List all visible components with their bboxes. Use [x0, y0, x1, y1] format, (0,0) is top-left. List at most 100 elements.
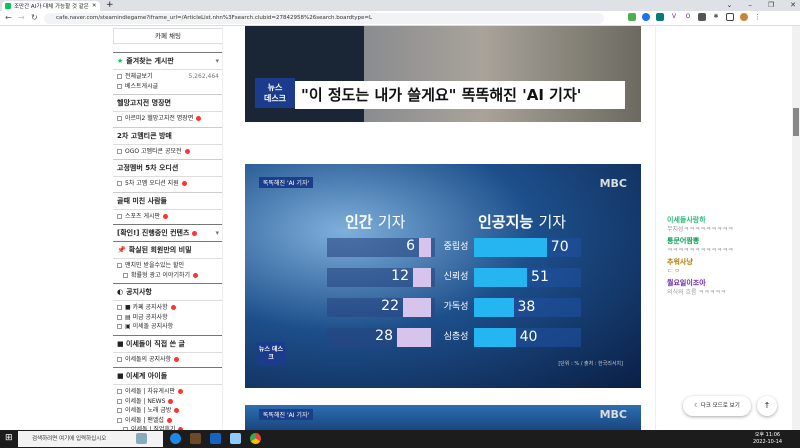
graphic-row: 12 신뢰성 51: [245, 268, 641, 287]
chat-text: 무지성ㅋㅋㅋㅋㅋㅋㅋㅋㅋ: [667, 226, 734, 233]
sidebar-item[interactable]: 5차 고멤 오디션 지원: [113, 179, 223, 189]
star-icon: ★: [117, 57, 124, 65]
sidebar-item-best[interactable]: 베스트게시글: [113, 82, 223, 92]
close-window-button[interactable]: ✕: [790, 0, 796, 10]
sidebar-item[interactable]: 이세돌 | 팬엘섭: [113, 416, 223, 426]
sidebar-item[interactable]: 확률형 광고 이야기하기: [113, 271, 223, 281]
scrollbar-thumb[interactable]: [793, 108, 799, 136]
megaphone-icon: ◐: [117, 288, 124, 296]
row-label: 가독성: [443, 302, 469, 312]
extension-icon[interactable]: [698, 13, 706, 21]
extension-icon[interactable]: [628, 13, 636, 21]
restore-button[interactable]: ❐: [768, 0, 774, 10]
page: 카페 채팅 ★ 즐겨찾는 게시판 ▾ 전체글보기 5,262,464 베스트게시글 헬…: [0, 26, 800, 435]
sidebar-item[interactable]: 이세돌 | 자유게시판: [113, 387, 223, 397]
ai-value: 40: [519, 329, 538, 345]
isedol-header[interactable]: ■ 이세돌이 직접 쓴 글: [113, 334, 223, 352]
newsdesk-logo: 뉴스 데스크: [255, 78, 295, 108]
app-icon[interactable]: [230, 433, 241, 444]
close-tab-icon[interactable]: ✕: [92, 3, 97, 9]
minecraft-icon[interactable]: [190, 433, 201, 444]
sidebar-item[interactable]: ▤ 미금 공지사항: [113, 313, 223, 323]
sidebar-item-all-posts[interactable]: 전체글보기 5,262,464: [113, 72, 223, 82]
windows-start-icon[interactable]: ⊞: [5, 433, 13, 443]
moon-icon: ☾: [694, 403, 700, 409]
extension-v-icon[interactable]: V: [670, 13, 678, 21]
naver-cafe-favicon: [5, 3, 11, 9]
ai-bar: [474, 268, 528, 287]
sidebar-group-header[interactable]: 고정멤버 5차 오디션: [113, 159, 223, 176]
human-bar: [403, 298, 431, 317]
browser-tab[interactable]: 조만간 AI가 대체 가능할 것 같은 ✕: [2, 1, 100, 11]
sidebar-item[interactable]: OGO 고멤티콘 공모전: [113, 147, 223, 157]
chat-username: 이세돌사랑하: [667, 216, 706, 224]
sidebar-item[interactable]: 아르미2 헬망고지전 명장면: [113, 114, 223, 124]
sidebar-item[interactable]: ▣ 이세돌 공지사항: [113, 322, 223, 332]
cafe-sidebar: 카페 채팅 ★ 즐겨찾는 게시판 ▾ 전체글보기 5,262,464 베스트게시글 헬…: [113, 28, 223, 438]
menu-icon[interactable]: ⋮: [754, 13, 761, 21]
extension-icon[interactable]: [656, 13, 664, 21]
graphic-tag: 똑똑해진 'AI 기자': [259, 409, 314, 420]
secret-header[interactable]: 📌 확실된 회원만의 비밀: [113, 241, 223, 258]
graphic-row: 6 중립성 70: [245, 238, 641, 257]
sidebar-item[interactable]: 이세돌 | 노래 금방: [113, 406, 223, 416]
headline-caption: "이 정도는 내가 쓸게요" 똑똑해진 'AI 기자': [295, 81, 625, 109]
chat-message: 통문어짬뽕 ㅋㅋㅋㅋㅋㅋㅋㅋㅋㅋㅋㅋ: [667, 237, 733, 255]
sidebar-group-header[interactable]: 2차 고멤티콘 방매: [113, 126, 223, 144]
sidebar-group-header[interactable]: 헬망고지전 명장면: [113, 94, 223, 111]
reload-icon[interactable]: ↻: [31, 13, 38, 22]
cafe-chat-button[interactable]: 카페 채팅: [113, 28, 223, 44]
scrollbar[interactable]: [792, 26, 800, 430]
news-image-graphic: 똑똑해진 'AI 기자' MBC 인간 기자 인공지능 기자 6 중립성 70 …: [245, 164, 641, 388]
minimize-button[interactable]: –: [748, 0, 752, 10]
mbc-logo: MBC: [599, 177, 627, 190]
ai-value: 51: [531, 269, 549, 285]
ai-bar-bg: 38: [474, 298, 581, 317]
pin-icon: 📌: [117, 246, 126, 254]
extension-o-icon[interactable]: O: [684, 13, 692, 21]
taskbar: ⊞ 검색하려면 여기에 입력하십시오 오후 11:06 2022-10-14: [0, 430, 800, 448]
notice-header[interactable]: ◐ 공지사항: [113, 283, 223, 300]
chat-text: 의식의 흐름 ㅋㅋㅋㅋㅋ: [667, 289, 727, 296]
sidebar-item[interactable]: 이세돌 | NEWS: [113, 397, 223, 407]
human-bar: [419, 238, 431, 257]
side-panel-icon[interactable]: [726, 13, 734, 21]
idol-header[interactable]: ■ 이세계 아이돌: [113, 367, 223, 384]
row-label: 심층성: [443, 332, 469, 342]
extension-icon[interactable]: [642, 13, 650, 21]
sidebar-item[interactable]: 스포츠 게시판: [113, 212, 223, 222]
chat-message: 이세돌사랑하무지성ㅋㅋㅋㅋㅋㅋㅋㅋㅋ: [667, 216, 733, 234]
chrome-icon[interactable]: [250, 433, 261, 444]
chat-username: 추워사냥: [667, 258, 693, 266]
source-note: [단위 : % / 출처 : 한국리서치]: [558, 361, 623, 367]
avatar[interactable]: [740, 13, 748, 21]
sidebar-item[interactable]: 맨치민 받을수있는 할인: [113, 261, 223, 271]
tab-title: 조만간 AI가 대체 가능할 것 같은: [14, 4, 89, 10]
graphic-tag: 똑똑해진 'AI 기자': [259, 177, 314, 188]
new-tab-button[interactable]: +: [106, 0, 114, 11]
confirm-contents-header[interactable]: [확인!] 진행중인 컨텐츠 ▾: [113, 224, 223, 241]
url-input[interactable]: cafe.naver.com/steamindiegame?iframe_url…: [44, 13, 604, 24]
dark-mode-button[interactable]: ☾ 다크 모드로 보기: [683, 396, 751, 416]
row-label: 중립성: [443, 242, 469, 252]
back-icon[interactable]: ←: [5, 13, 12, 22]
forward-icon[interactable]: →: [18, 13, 25, 22]
ai-bar-bg: 40: [474, 328, 581, 347]
scroll-top-button[interactable]: ↑: [757, 396, 777, 416]
sidebar-item[interactable]: ■ 카페 공지사항: [113, 303, 223, 313]
tab-search-icon[interactable]: ⌄: [726, 0, 732, 10]
chat-username: 월요일이조아: [667, 279, 706, 287]
human-value: 12: [391, 268, 409, 284]
sidebar-group-header[interactable]: 골때 미친 사람들: [113, 191, 223, 209]
app-v-icon[interactable]: [210, 433, 221, 444]
human-bar: [413, 268, 431, 287]
puzzle-icon[interactable]: ✱: [712, 13, 720, 21]
human-value: 28: [375, 328, 393, 344]
sidebar-item[interactable]: 이세돌의 공지사항: [113, 355, 223, 365]
search-highlight-icon: [136, 433, 147, 444]
system-clock[interactable]: 오후 11:06 2022-10-14: [753, 432, 782, 446]
news-image-headline: 뉴스 데스크 "이 정도는 내가 쓸게요" 똑똑해진 'AI 기자': [245, 26, 641, 122]
edge-icon[interactable]: [170, 433, 181, 444]
favorites-header[interactable]: ★ 즐겨찾는 게시판 ▾: [113, 52, 223, 69]
human-bar: [397, 328, 431, 347]
